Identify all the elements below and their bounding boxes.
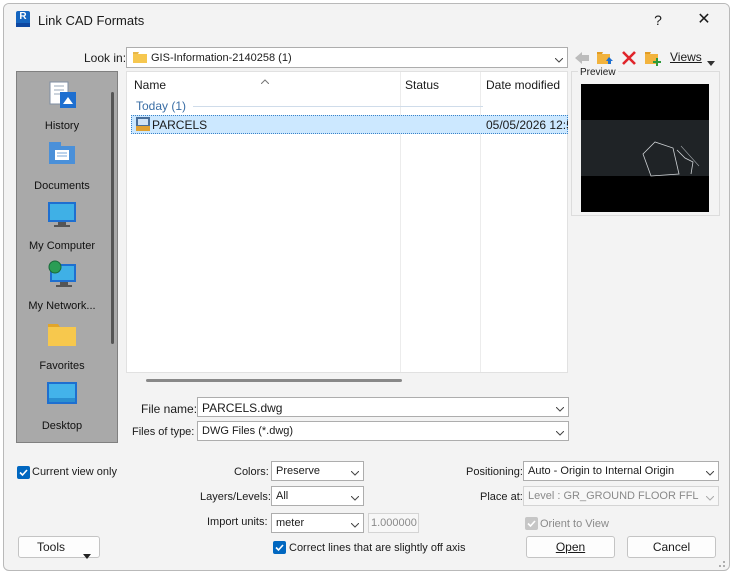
units-scale-value: 1.000000 bbox=[371, 517, 417, 529]
colors-select[interactable]: Preserve bbox=[271, 461, 364, 481]
file-row[interactable]: PARCELS 05/05/2026 12:5 bbox=[131, 115, 568, 134]
title-bar: R Link CAD Formats ? ✕ bbox=[4, 4, 729, 36]
preview-label: Preview bbox=[578, 67, 618, 78]
preview-image bbox=[581, 84, 709, 212]
colors-value: Preserve bbox=[276, 465, 321, 477]
up-folder-icon[interactable] bbox=[596, 49, 614, 67]
layers-label: Layers/Levels: bbox=[200, 491, 271, 503]
history-icon bbox=[46, 80, 78, 110]
positioning-value: Auto - Origin to Internal Origin bbox=[528, 465, 675, 477]
file-type-label: Files of type: bbox=[132, 426, 195, 438]
close-button[interactable]: ✕ bbox=[688, 9, 720, 31]
chevron-down-icon[interactable] bbox=[350, 493, 360, 501]
place-at-select: Level : GR_GROUND FLOOR FFL bbox=[523, 486, 719, 506]
help-button[interactable]: ? bbox=[644, 9, 672, 31]
open-button[interactable]: Open bbox=[526, 536, 615, 558]
column-header-status[interactable]: Status bbox=[405, 78, 439, 92]
chevron-down-icon bbox=[705, 493, 715, 501]
sidebar-item-desktop[interactable]: Desktop bbox=[17, 380, 107, 440]
group-divider bbox=[193, 106, 483, 107]
chevron-down-icon[interactable] bbox=[555, 428, 565, 436]
revit-app-icon: R bbox=[16, 11, 30, 27]
positioning-label: Positioning: bbox=[466, 466, 523, 478]
file-name-input[interactable]: PARCELS.dwg bbox=[197, 397, 569, 417]
documents-icon bbox=[46, 140, 78, 170]
delete-icon[interactable] bbox=[620, 49, 638, 67]
file-name-cell: PARCELS bbox=[152, 118, 208, 132]
file-date-cell: 05/05/2026 12:5 bbox=[486, 118, 568, 132]
chevron-down-icon[interactable] bbox=[350, 468, 360, 476]
place-at-value: Level : GR_GROUND FLOOR FFL bbox=[528, 490, 699, 502]
import-units-label: Import units: bbox=[207, 516, 268, 528]
sidebar-item-history[interactable]: History bbox=[17, 80, 107, 140]
positioning-select[interactable]: Auto - Origin to Internal Origin bbox=[523, 461, 719, 481]
units-scale-field: 1.000000 bbox=[368, 513, 419, 533]
new-folder-icon[interactable] bbox=[644, 49, 662, 67]
sidebar-item-documents[interactable]: Documents bbox=[17, 140, 107, 200]
current-view-only-checkbox[interactable] bbox=[17, 466, 30, 479]
dialog-title: Link CAD Formats bbox=[38, 13, 145, 28]
look-in-label: Look in: bbox=[84, 51, 127, 65]
places-sidebar: History Documents My Computer My Network… bbox=[16, 71, 118, 443]
file-name-label: File name: bbox=[141, 402, 198, 416]
views-dropdown-icon[interactable] bbox=[707, 55, 715, 69]
correct-lines-label[interactable]: Correct lines that are slightly off axis bbox=[289, 542, 465, 554]
sidebar-item-label: My Computer bbox=[28, 240, 96, 252]
correct-lines-checkbox[interactable] bbox=[273, 541, 286, 554]
layers-value: All bbox=[276, 490, 289, 502]
tools-button[interactable]: Tools bbox=[18, 536, 100, 559]
chevron-down-icon[interactable] bbox=[555, 404, 565, 412]
network-icon bbox=[46, 260, 78, 290]
orient-to-view-checkbox bbox=[525, 517, 538, 530]
file-type-select[interactable]: DWG Files (*.dwg) bbox=[197, 421, 569, 441]
back-icon[interactable] bbox=[573, 49, 591, 67]
column-header-date-modified[interactable]: Date modified bbox=[486, 78, 560, 92]
sort-ascending-icon bbox=[260, 73, 270, 87]
chevron-down-icon bbox=[554, 55, 564, 63]
link-cad-dialog: R Link CAD Formats ? ✕ Look in: GIS-Info… bbox=[3, 3, 730, 571]
sidebar-item-favorites[interactable]: Favorites bbox=[17, 320, 107, 380]
sidebar-item-my-network[interactable]: My Network... bbox=[17, 260, 107, 320]
folder-icon bbox=[46, 320, 78, 350]
tools-dropdown-icon bbox=[83, 545, 91, 565]
folder-icon bbox=[133, 52, 147, 63]
file-list[interactable]: Name Status Date modified Today (1) PARC… bbox=[126, 71, 568, 373]
resize-grip-icon[interactable] bbox=[716, 557, 726, 567]
desktop-icon bbox=[46, 380, 78, 410]
orient-to-view-label: Orient to View bbox=[540, 518, 609, 530]
sidebar-item-label: Documents bbox=[34, 180, 90, 192]
group-header[interactable]: Today (1) bbox=[136, 99, 186, 113]
sidebar-item-label: History bbox=[44, 120, 80, 132]
sidebar-item-label: Favorites bbox=[39, 360, 85, 372]
colors-label: Colors: bbox=[234, 466, 269, 478]
file-list-hscrollbar[interactable] bbox=[146, 379, 402, 382]
chevron-down-icon[interactable] bbox=[705, 468, 715, 476]
chevron-down-icon[interactable] bbox=[350, 520, 360, 528]
cancel-button[interactable]: Cancel bbox=[627, 536, 716, 558]
sidebar-item-my-computer[interactable]: My Computer bbox=[17, 200, 107, 260]
file-type-value: DWG Files (*.dwg) bbox=[202, 425, 294, 437]
sidebar-scrollbar[interactable] bbox=[111, 92, 114, 344]
current-view-only-label[interactable]: Current view only bbox=[32, 466, 117, 478]
import-units-select[interactable]: meter bbox=[271, 513, 364, 533]
look-in-combo[interactable]: GIS-Information-2140258 (1) bbox=[126, 47, 568, 68]
tools-label: Tools bbox=[37, 540, 66, 554]
computer-icon bbox=[46, 200, 78, 230]
place-at-label: Place at: bbox=[480, 491, 523, 503]
import-units-value: meter bbox=[276, 517, 305, 529]
sidebar-item-label: My Network... bbox=[28, 300, 96, 312]
look-in-value: GIS-Information-2140258 (1) bbox=[151, 52, 292, 64]
column-header-name[interactable]: Name bbox=[134, 78, 166, 92]
file-name-value: PARCELS.dwg bbox=[202, 401, 283, 415]
sidebar-item-label: Desktop bbox=[41, 420, 83, 432]
dwg-file-icon bbox=[136, 117, 150, 131]
layers-select[interactable]: All bbox=[271, 486, 364, 506]
views-button[interactable]: Views bbox=[670, 50, 702, 64]
